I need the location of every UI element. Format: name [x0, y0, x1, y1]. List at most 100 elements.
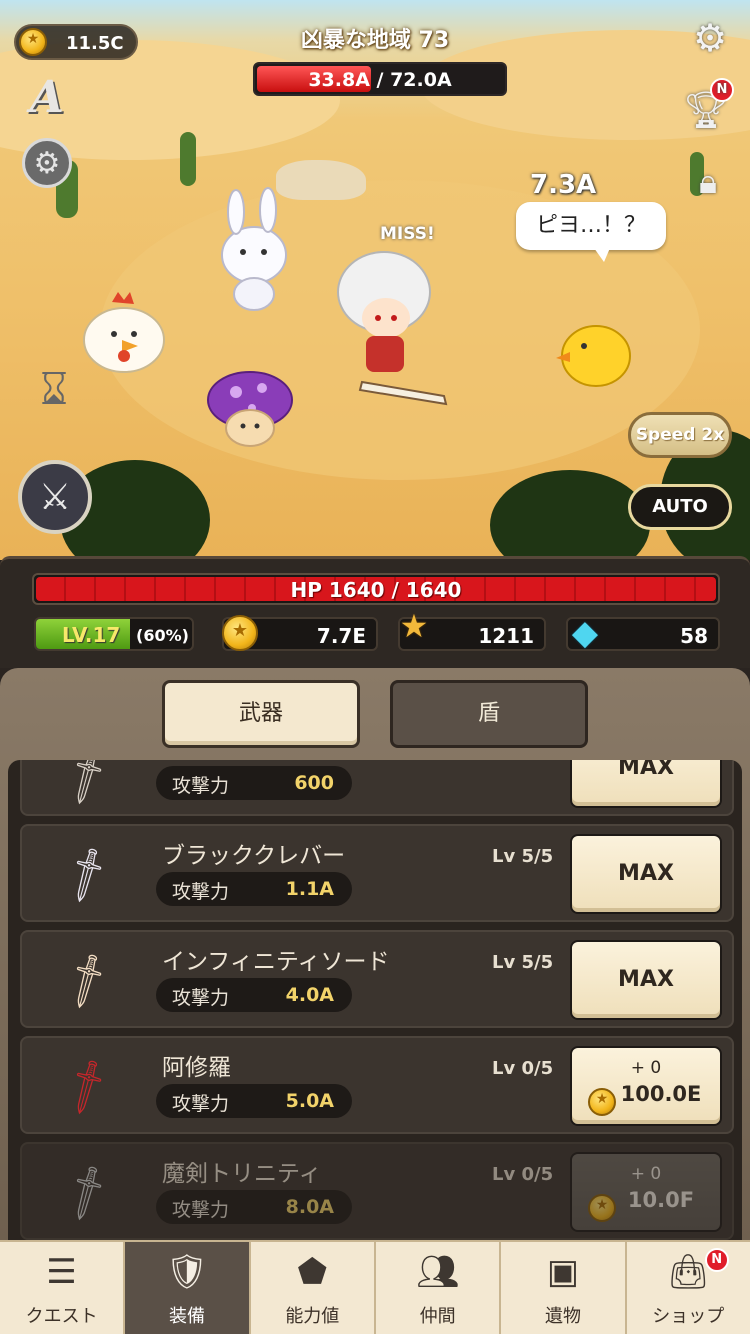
- level-bar: LV.17 (60%): [34, 617, 194, 651]
- weapon-row: 🗡︎ 魔剣トリニティ Lv 0/5 攻撃力 8.0A + 0 10.0F: [20, 1142, 734, 1240]
- weapon-name: 阿修羅: [162, 1055, 231, 1081]
- nav-quest[interactable]: ☰ クエスト: [0, 1242, 126, 1334]
- bottom-nav: ☰ クエスト 🛡︎ 装備 ⬟ 能力値 👥︎ 仲間 ▣ 遺物 👜︎ ショップ N: [0, 1240, 750, 1334]
- shop-bag-icon: 👜︎: [666, 1252, 710, 1292]
- gold-counter: 7.7E: [222, 615, 378, 651]
- achievement-a-icon[interactable]: A: [22, 72, 72, 123]
- nav-label: 装備: [168, 1306, 205, 1327]
- boss-hp-text: 33.8A / 72.0A: [255, 69, 505, 91]
- settings-gear-icon[interactable]: ⚙: [688, 16, 732, 60]
- level-percent: (60%): [136, 626, 189, 645]
- attack-label: 攻撃力: [172, 1093, 230, 1115]
- nav-stats[interactable]: ⬟ 能力値: [251, 1242, 376, 1334]
- nav-equipment[interactable]: 🛡︎ 装備: [125, 1242, 251, 1334]
- boss-hp-max: 72.0A: [390, 69, 452, 91]
- tab-shield[interactable]: 盾: [390, 680, 588, 748]
- coin-icon: [588, 1194, 616, 1222]
- nav-relics[interactable]: ▣ 遺物: [501, 1242, 627, 1334]
- attack-stat: 攻撃力 5.0A: [156, 1084, 352, 1118]
- sword-icon: 🗡︎: [53, 842, 121, 908]
- attack-stat: 攻撃力 4.0A: [156, 978, 352, 1012]
- auto-button[interactable]: AUTO: [628, 484, 732, 530]
- quest-list-icon: ☰: [46, 1252, 77, 1292]
- boss-hp-current: 33.8A: [308, 69, 370, 91]
- nav-label: 遺物: [544, 1306, 581, 1327]
- crossed-swords-icon[interactable]: ⚔: [18, 460, 92, 534]
- nav-shop[interactable]: 👜︎ ショップ N: [627, 1242, 750, 1334]
- lock-icon[interactable]: 🔒︎: [688, 156, 728, 208]
- gold-coin-icon: [222, 615, 258, 651]
- weapon-name: インフィニティソード: [162, 949, 390, 975]
- weapon-name: 魔剣トリニティ: [162, 1161, 322, 1187]
- max-label: MAX: [618, 760, 674, 780]
- gem-amount: 58: [680, 624, 708, 648]
- player-stats-panel: HP 1640 / 1640 LV.17 (60%) 7.7E ★ 1211 ◆…: [0, 556, 750, 668]
- weapon-level: Lv 5/5: [492, 846, 554, 867]
- attack-stat: 攻撃力 1.1A: [156, 872, 352, 906]
- speech-bubble: ピヨ…！？: [516, 202, 666, 262]
- weapon-level: Lv 0/5: [492, 1164, 554, 1185]
- stage-title: 凶暴な地域 73: [300, 28, 450, 53]
- attack-value: 1.1A: [285, 878, 334, 900]
- weapon-name: ブラッククレバー: [162, 843, 346, 869]
- miss-text: MISS!: [380, 224, 435, 244]
- weapon-row: 🗡︎ ブラッククレバー Lv 5/5 攻撃力 1.1A MAX: [20, 824, 734, 922]
- upgrade-plus: + 0: [630, 1058, 662, 1078]
- attack-stat: 攻撃力 8.0A: [156, 1190, 352, 1224]
- max-label: MAX: [618, 967, 674, 992]
- buy-button[interactable]: + 0 100.0E: [570, 1046, 722, 1126]
- nav-label: クエスト: [25, 1306, 98, 1327]
- speed-button[interactable]: Speed 2x: [628, 412, 732, 458]
- shop-notification-badge: N: [704, 1248, 729, 1272]
- level-label: LV.17: [62, 623, 121, 647]
- sword-icon: 🗡︎: [53, 1054, 121, 1120]
- attack-value: 8.0A: [285, 1196, 334, 1218]
- equipment-icon: 🛡︎: [165, 1252, 209, 1292]
- weapon-row: 🗡︎ 阿修羅 Lv 0/5 攻撃力 5.0A + 0 100.0E: [20, 1036, 734, 1134]
- attack-label: 攻撃力: [172, 881, 230, 903]
- attack-label: 攻撃力: [172, 1199, 230, 1221]
- equipment-panel: 武器 盾 🗡︎ 攻撃力 600 MAX 🗡︎ ブラッククレバー Lv 5/5 攻…: [0, 668, 750, 1240]
- attack-value: 5.0A: [285, 1090, 334, 1112]
- gear-badge-icon[interactable]: ⚙: [22, 138, 72, 188]
- hourglass-icon[interactable]: ⌛︎: [24, 364, 84, 415]
- max-label: MAX: [618, 861, 674, 886]
- tab-weapon[interactable]: 武器: [162, 680, 360, 748]
- gem-counter: ◆ 58: [566, 613, 720, 653]
- chicken-enemy: [83, 292, 165, 373]
- upgrade-plus: + 0: [630, 1164, 662, 1184]
- sword-icon: 🗡︎: [53, 760, 121, 810]
- weapon-list[interactable]: 🗡︎ 攻撃力 600 MAX 🗡︎ ブラッククレバー Lv 5/5 攻撃力 1.…: [8, 760, 742, 1240]
- boss-hp-separator: /: [369, 69, 391, 91]
- stats-triangle-icon: ⬟: [297, 1252, 328, 1292]
- player-hp-bar: HP 1640 / 1640: [32, 573, 720, 605]
- sword-icon: 🗡︎: [53, 948, 121, 1014]
- diamond-icon: ◆: [571, 613, 599, 653]
- nav-label: 仲間: [419, 1306, 456, 1327]
- medal-amount: 1211: [478, 624, 534, 648]
- weapon-row: 🗡︎ 攻撃力 600 MAX: [20, 760, 734, 816]
- upgrade-button[interactable]: MAX: [570, 760, 722, 808]
- damage-number: 7.3A: [530, 170, 597, 200]
- attack-value: 4.0A: [285, 984, 334, 1006]
- upgrade-button[interactable]: MAX: [570, 834, 722, 914]
- upgrade-button[interactable]: MAX: [570, 940, 722, 1020]
- treasure-chest-icon: ▣: [546, 1252, 580, 1292]
- weapon-level: Lv 0/5: [492, 1058, 554, 1079]
- gold-amount: 7.7E: [316, 624, 366, 648]
- trophy-notification-badge: N: [710, 78, 734, 102]
- mushroom-enemy: [207, 371, 293, 447]
- attack-label: 攻撃力: [172, 775, 230, 797]
- attack-value: 600: [294, 772, 334, 794]
- nav-label: 能力値: [285, 1306, 340, 1327]
- nav-party[interactable]: 👥︎ 仲間: [376, 1242, 502, 1334]
- nav-label: ショップ: [652, 1306, 725, 1327]
- battle-scene: 11.5C 凶暴な地域 73 33.8A / 72.0A A ⚙ ⚙ 🏆︎ N …: [0, 0, 750, 560]
- attack-stat: 攻撃力 600: [156, 766, 352, 800]
- attack-label: 攻撃力: [172, 987, 230, 1009]
- buy-button[interactable]: + 0 10.0F: [570, 1152, 722, 1232]
- party-icon: 👥︎: [416, 1252, 460, 1292]
- weapon-level: Lv 5/5: [492, 952, 554, 973]
- weapon-row: 🗡︎ インフィニティソード Lv 5/5 攻撃力 4.0A MAX: [20, 930, 734, 1028]
- trophy-icon[interactable]: 🏆︎ N: [683, 78, 734, 134]
